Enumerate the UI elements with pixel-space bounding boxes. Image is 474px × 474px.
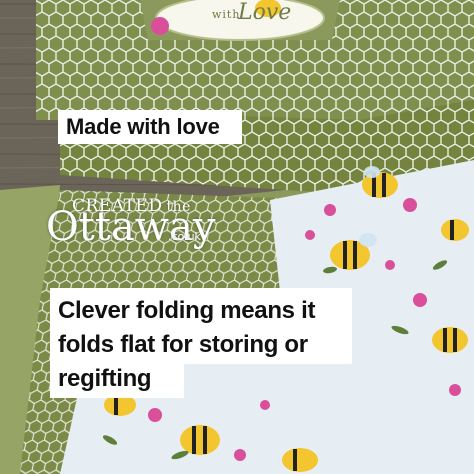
caption-line-3: regifting bbox=[50, 364, 184, 398]
caption-clever-folding: Clever folding means it folds flat for s… bbox=[50, 288, 352, 364]
bee-icon bbox=[432, 327, 468, 353]
bee-icon bbox=[441, 219, 469, 241]
watermark-ottaway: Ottaway bbox=[46, 204, 216, 250]
card-script-love: Love bbox=[238, 0, 292, 25]
bee-icon bbox=[180, 425, 220, 455]
card-script-with: with bbox=[212, 8, 241, 21]
caption-line-2: folds flat for storing or bbox=[58, 331, 308, 358]
flower-icon bbox=[151, 17, 169, 35]
caption-line-1: Clever folding means it bbox=[58, 297, 316, 324]
watermark-domain: .co.uk bbox=[168, 230, 201, 243]
bee-icon bbox=[282, 448, 318, 472]
caption-made-with-love: Made with love bbox=[58, 110, 242, 144]
